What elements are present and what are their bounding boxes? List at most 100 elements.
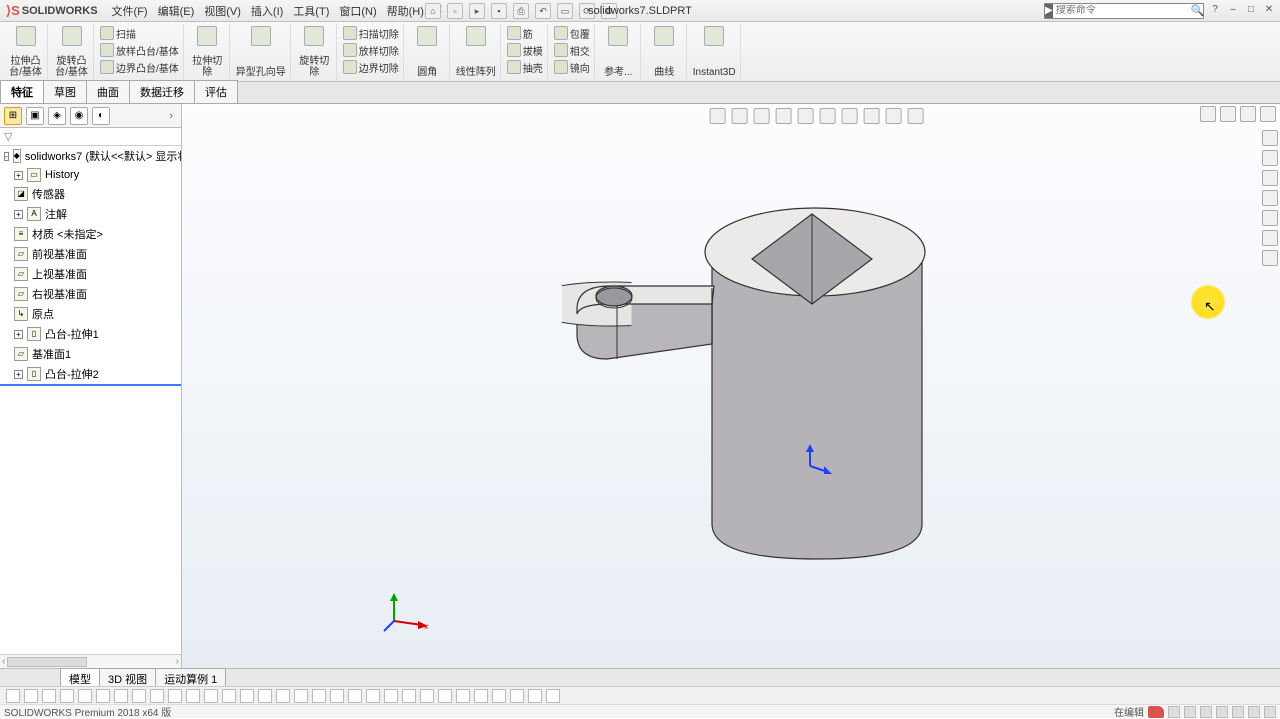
tree-right-plane[interactable]: ▱右视基准面 [0,284,181,304]
expand-icon[interactable]: + [14,210,23,219]
bt-icon[interactable] [474,689,488,703]
view-settings-icon[interactable] [908,108,924,124]
tab-sketch[interactable]: 草图 [43,80,87,103]
rib-rib[interactable]: 筋 [507,26,543,41]
tree-tab-property-icon[interactable]: ▣ [26,107,44,125]
scroll-right-icon[interactable]: › [176,656,179,667]
expand-icon[interactable]: + [14,171,23,180]
bt-icon[interactable] [456,689,470,703]
tree-sensors[interactable]: ◪传感器 [0,184,181,204]
zoom-fit-icon[interactable] [710,108,726,124]
bt-icon[interactable] [78,689,92,703]
menu-window[interactable]: 窗口(N) [339,3,376,19]
tree-tab-config-icon[interactable]: ◈ [48,107,66,125]
zoom-area-icon[interactable] [732,108,748,124]
bt-icon[interactable] [366,689,380,703]
scroll-left-icon[interactable]: ‹ [2,656,5,667]
vp-close-icon[interactable] [1260,106,1276,122]
home-icon[interactable]: ⌂ [425,3,441,19]
tree-extrude1[interactable]: +▯凸台-拉伸1 [0,324,181,344]
rib-revolve-boss[interactable]: 旋转凸台/基体 [50,24,94,80]
bt-icon[interactable] [384,689,398,703]
help-icon[interactable]: ? [1208,4,1222,18]
status-icon[interactable] [1232,706,1244,718]
vp-print-icon[interactable] [1200,106,1216,122]
status-icon[interactable] [1168,706,1180,718]
rib-fillet[interactable]: 圆角 [406,24,450,80]
tree-tab-display-icon[interactable]: ◐ [92,107,110,125]
expand-icon[interactable]: + [14,370,23,379]
prev-view-icon[interactable] [754,108,770,124]
display-style-icon[interactable] [820,108,836,124]
taskpane-custom-props-icon[interactable] [1262,230,1278,246]
taskpane-file-explorer-icon[interactable] [1262,170,1278,186]
rib-reference[interactable]: 参考... [597,24,641,80]
new-icon[interactable]: ▫ [447,3,463,19]
bt-icon[interactable] [168,689,182,703]
tree-root[interactable]: -◆solidworks7 (默认<<默认> 显示状 [0,146,181,166]
search-box[interactable]: ▶ 🔍 [1044,3,1204,19]
tree-tab-feature-icon[interactable]: ⊞ [4,107,22,125]
bt-icon[interactable] [186,689,200,703]
bt-icon[interactable] [510,689,524,703]
status-icon[interactable] [1248,706,1260,718]
minimize-icon[interactable]: – [1226,4,1240,18]
tab-features[interactable]: 特征 [0,80,44,103]
tree-extrude2[interactable]: +▯凸台-拉伸2 [0,364,181,386]
tree-plane1[interactable]: ▱基准面1 [0,344,181,364]
vp-min-icon[interactable] [1220,106,1236,122]
rib-loft[interactable]: 放样凸台/基体 [100,43,179,58]
scene-icon[interactable] [886,108,902,124]
bt-icon[interactable] [276,689,290,703]
rib-draft[interactable]: 拔模 [507,43,543,58]
close-icon[interactable]: ✕ [1262,4,1276,18]
open-icon[interactable]: ▸ [469,3,485,19]
view-orient-icon[interactable] [798,108,814,124]
taskpane-design-library-icon[interactable] [1262,150,1278,166]
rib-loft-cut[interactable]: 放样切除 [343,43,399,58]
rib-curves[interactable]: 曲线 [643,24,687,80]
bt-icon[interactable] [222,689,236,703]
tree-expand-icon[interactable]: › [165,110,177,122]
rib-mirror[interactable]: 镜向 [554,60,590,75]
bt-icon[interactable] [330,689,344,703]
menu-help[interactable]: 帮助(H) [387,3,424,19]
undo-icon[interactable]: ↶ [535,3,551,19]
taskpane-forum-icon[interactable] [1262,250,1278,266]
bt-icon[interactable] [438,689,452,703]
rib-hole-wizard[interactable]: 异型孔向导 [232,24,291,80]
tree-top-plane[interactable]: ▱上视基准面 [0,264,181,284]
tab-surfaces[interactable]: 曲面 [86,80,130,103]
bt-icon[interactable] [546,689,560,703]
tree-scrollbar[interactable]: ‹› [0,654,181,668]
rib-intersect[interactable]: 相交 [554,43,590,58]
appearance-icon[interactable] [864,108,880,124]
taskpane-view-palette-icon[interactable] [1262,190,1278,206]
bt-icon[interactable] [294,689,308,703]
rib-linear-pattern[interactable]: 线性阵列 [452,24,501,80]
expand-icon[interactable]: - [4,152,9,161]
search-input[interactable] [1053,5,1191,16]
tree-material[interactable]: ≡材质 <未指定> [0,224,181,244]
bt-icon[interactable] [60,689,74,703]
select-icon[interactable]: ▭ [557,3,573,19]
bt-icon[interactable] [114,689,128,703]
bt-icon[interactable] [150,689,164,703]
rib-wrap[interactable]: 包覆 [554,26,590,41]
search-category-icon[interactable]: ▶ [1045,4,1053,18]
bt-icon[interactable] [312,689,326,703]
taskpane-appearances-icon[interactable] [1262,210,1278,226]
status-icon[interactable] [1200,706,1212,718]
bt-icon[interactable] [42,689,56,703]
menu-insert[interactable]: 插入(I) [251,3,283,19]
tab-dimxpert[interactable]: 数据迁移 [129,80,195,103]
hide-show-icon[interactable] [842,108,858,124]
save-icon[interactable]: ▪ [491,3,507,19]
bt-icon[interactable] [492,689,506,703]
scroll-thumb[interactable] [7,657,87,667]
tree-annotations[interactable]: +A注解 [0,204,181,224]
menu-file[interactable]: 文件(F) [112,3,148,19]
taskpane-home-icon[interactable] [1262,130,1278,146]
bt-icon[interactable] [258,689,272,703]
rib-extrude-cut[interactable]: 拉伸切除 [186,24,230,80]
